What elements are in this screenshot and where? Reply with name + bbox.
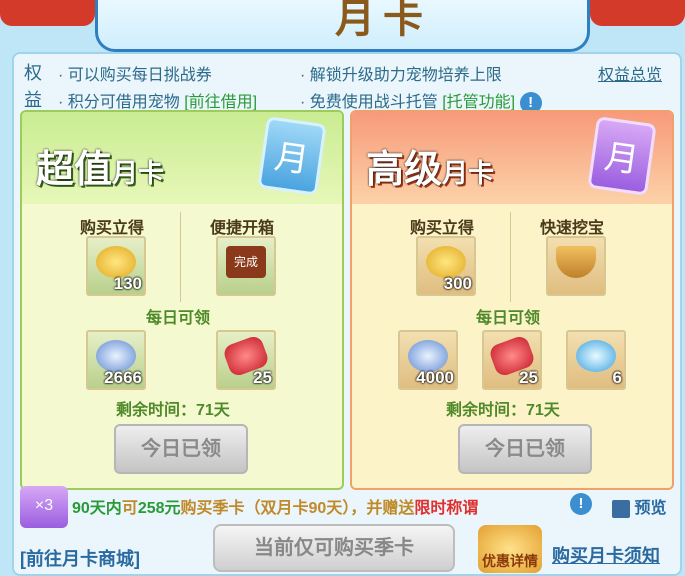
purchase-notice-link[interactable]: 购买月卡须知 (552, 542, 660, 568)
promo-text: 购买季卡（双月卡90天），并赠送 (180, 500, 415, 517)
item-count: 4000 (416, 368, 454, 387)
title-banner: 月卡 (95, 0, 590, 52)
item-count: 2666 (104, 368, 142, 387)
month-card-icon: 月 (587, 116, 657, 196)
item-count: 25 (519, 368, 538, 387)
promo-days: 90天内 (72, 500, 122, 517)
item-count: 300 (443, 274, 472, 293)
discount-details-button[interactable]: 优惠详情 (478, 525, 542, 573)
quick-dig-item[interactable] (546, 236, 606, 296)
season-card-badge-icon: ×3 (20, 486, 68, 528)
ruby-item[interactable]: 25 (216, 330, 276, 390)
item-count: 130 (113, 274, 142, 293)
claimed-today-button[interactable]: 今日已领 (114, 424, 248, 474)
rights-item-pet-limit: · 解锁升级助力宠物培养上限 (300, 67, 502, 84)
checkbox-icon (612, 499, 630, 518)
promo-info-icon[interactable]: ! (570, 493, 592, 515)
rights-borrow-text: · 积分可借用宠物 (58, 94, 185, 111)
month-card-icon: 月 (257, 116, 327, 196)
ruby-item[interactable]: 25 (482, 330, 542, 390)
value-monthly-card: 超值月卡 月 购买立得 便捷开箱 130 完成 每日可领 2666 25 剩余时… (20, 110, 344, 490)
premium-monthly-card: 高级月卡 月 购买立得 快速挖宝 300 每日可领 4000 25 6 剩余时间… (350, 110, 674, 490)
rights-item-borrow: · 积分可借用宠物 [前往借用] (58, 88, 257, 112)
card-header: 超值月卡 月 (22, 112, 342, 204)
rights-overview-link[interactable]: 权益总览 (598, 61, 662, 85)
silver-ingot-item[interactable]: 4000 (398, 330, 458, 390)
monthly-card-shop-link[interactable]: [前往月卡商城] (20, 545, 140, 571)
promo-title-reward: 限时称谓 (414, 500, 479, 517)
rights-tag: 权 益 (24, 60, 46, 114)
buy-label: 购买立得 (410, 220, 475, 237)
quick-dig-label: 快速挖宝 (540, 220, 605, 237)
auto-battle-link[interactable]: [托管功能] (442, 94, 515, 111)
banner-title: 月卡 (335, 0, 431, 42)
card-title: 超值月卡 (36, 138, 164, 193)
divider (180, 212, 181, 302)
card-header: 高级月卡 月 (352, 112, 672, 204)
ribbon-left (0, 0, 95, 26)
gold-ingot-item[interactable]: 300 (416, 236, 476, 296)
preview-label: 预览 (634, 500, 667, 517)
remaining-time: 剩余时间：71天 (446, 402, 560, 419)
card-title-big: 高级 (366, 146, 443, 191)
daily-label: 每日可领 (476, 310, 541, 327)
borrow-link[interactable]: [前往借用] (184, 94, 257, 111)
item-count: 25 (253, 368, 272, 387)
complete-stamp-icon: 完成 (226, 246, 266, 278)
card-title: 高级月卡 (366, 138, 494, 193)
quick-open-item[interactable]: 完成 (216, 236, 276, 296)
claimed-today-button[interactable]: 今日已领 (458, 424, 592, 474)
promo-price: 258元 (137, 500, 181, 517)
season-card-promo: 90天内可258元购买季卡（双月卡90天），并赠送限时称谓 (72, 494, 685, 524)
rights-tag-line1: 权 (24, 63, 42, 83)
shovel-icon (556, 246, 596, 278)
rights-item-challenge: · 可以购买每日挑战券 (58, 67, 212, 84)
silver-ingot-item[interactable]: 2666 (86, 330, 146, 390)
daily-label: 每日可领 (146, 310, 211, 327)
ribbon-right (590, 0, 685, 26)
buy-label: 购买立得 (80, 220, 145, 237)
preview-toggle[interactable]: 预览 (612, 494, 666, 518)
card-badge-count: ×3 (34, 497, 54, 514)
remaining-time: 剩余时间：71天 (116, 402, 230, 419)
gold-ingot-item[interactable]: 130 (86, 236, 146, 296)
buy-season-card-button[interactable]: 当前仅可购买季卡 (213, 524, 455, 572)
spirit-orb-item[interactable]: 6 (566, 330, 626, 390)
card-title-big: 超值 (36, 146, 113, 191)
card-title-small: 月卡 (442, 159, 495, 189)
quick-open-label: 便捷开箱 (210, 220, 275, 237)
rights-auto-text: · 免费使用战斗托管 (300, 94, 443, 111)
spirit-orb-icon (576, 340, 616, 372)
card-title-small: 月卡 (112, 159, 165, 189)
divider (510, 212, 511, 302)
discount-label: 优惠详情 (482, 553, 538, 569)
item-count: 6 (612, 368, 622, 387)
promo-text: 可 (121, 500, 138, 517)
